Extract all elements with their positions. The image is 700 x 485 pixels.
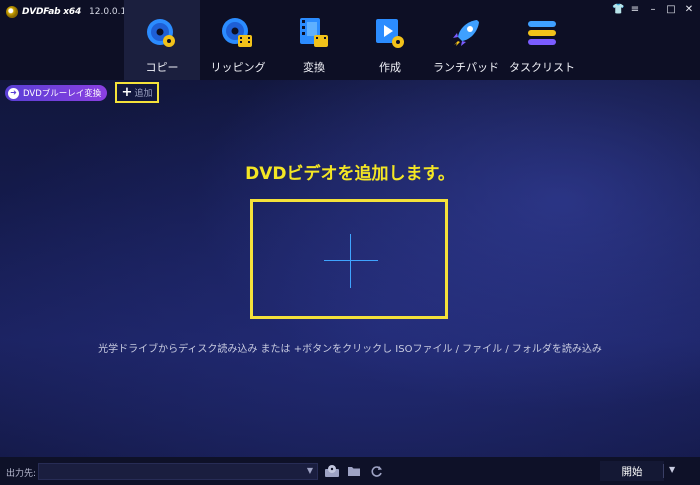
tab-converter-label: 変換: [303, 61, 325, 74]
add-button[interactable]: + 追加: [115, 82, 159, 103]
main-nav: コピー リッピング 変換 作成 ランチパッド タスクリスト: [124, 0, 580, 80]
menu-icon[interactable]: ≡: [630, 4, 640, 16]
iso-disc-icon[interactable]: [324, 463, 340, 479]
mode-switch-button[interactable]: ➜ DVDブルーレイ変換: [5, 85, 108, 101]
creator-video-icon: [373, 16, 407, 50]
top-bar: DVDFab x64 12.0.0.1 👕 ≡ – □ ✕ コピー リッピング …: [0, 0, 700, 80]
copy-disc-icon: [145, 16, 179, 50]
tab-launchpad[interactable]: ランチパッド: [428, 0, 504, 80]
tasklist-stack-icon: [525, 16, 559, 50]
tab-ripper-label: リッピング: [210, 61, 266, 74]
folder-icon[interactable]: [346, 463, 362, 479]
output-actions: [324, 463, 384, 479]
dvdfab-logo-icon: [6, 6, 18, 18]
mode-label: DVDブルーレイ変換: [23, 89, 102, 99]
tab-tasklist[interactable]: タスクリスト: [504, 0, 580, 80]
tab-copy[interactable]: コピー: [124, 0, 200, 80]
load-hint-text: 光学ドライブからディスク読み込み または +ボタンをクリックし ISOファイル …: [98, 344, 602, 355]
tab-tasklist-label: タスクリスト: [509, 61, 575, 74]
crosshair-vertical: [350, 234, 351, 288]
start-button[interactable]: 開始: [600, 461, 664, 481]
plus-icon: +: [121, 85, 133, 100]
app-name: DVDFab x64: [22, 7, 82, 17]
brand: DVDFab x64 12.0.0.1: [6, 5, 126, 19]
launchpad-rocket-icon: [449, 16, 483, 50]
dvdfab-window: DVDFab x64 12.0.0.1 👕 ≡ – □ ✕ コピー リッピング …: [0, 0, 700, 485]
ripper-disc-icon: [221, 16, 255, 50]
maximize-icon[interactable]: □: [666, 4, 676, 16]
app-version: 12.0.0.1: [89, 7, 127, 17]
converter-film-icon: [297, 16, 331, 50]
skin-icon[interactable]: 👕: [612, 4, 624, 16]
add-source-drop-zone[interactable]: [250, 199, 448, 319]
tab-copy-label: コピー: [145, 61, 179, 74]
output-label: 出力先:: [6, 469, 37, 479]
start-options-chevron-icon[interactable]: ▼: [669, 465, 675, 474]
window-controls: 👕 ≡ – □ ✕: [612, 4, 694, 16]
refresh-icon[interactable]: [368, 463, 384, 479]
tab-ripper[interactable]: リッピング: [200, 0, 276, 80]
tab-creator-label: 作成: [379, 61, 401, 74]
minimize-icon[interactable]: –: [648, 4, 658, 16]
close-icon[interactable]: ✕: [684, 4, 694, 16]
start-divider: [663, 464, 664, 478]
tab-creator[interactable]: 作成: [352, 0, 428, 80]
bottom-bar: 出力先: ▼ 開始 ▼: [0, 457, 700, 485]
arrow-right-icon: ➜: [8, 87, 19, 99]
tab-converter[interactable]: 変換: [276, 0, 352, 80]
add-dvd-headline: DVDビデオを追加します。: [245, 164, 455, 184]
add-label: 追加: [134, 89, 153, 99]
tab-launchpad-label: ランチパッド: [433, 61, 499, 74]
crosshair-horizontal: [324, 260, 378, 261]
output-path-field[interactable]: ▼: [38, 463, 318, 480]
chevron-down-icon[interactable]: ▼: [307, 466, 313, 475]
